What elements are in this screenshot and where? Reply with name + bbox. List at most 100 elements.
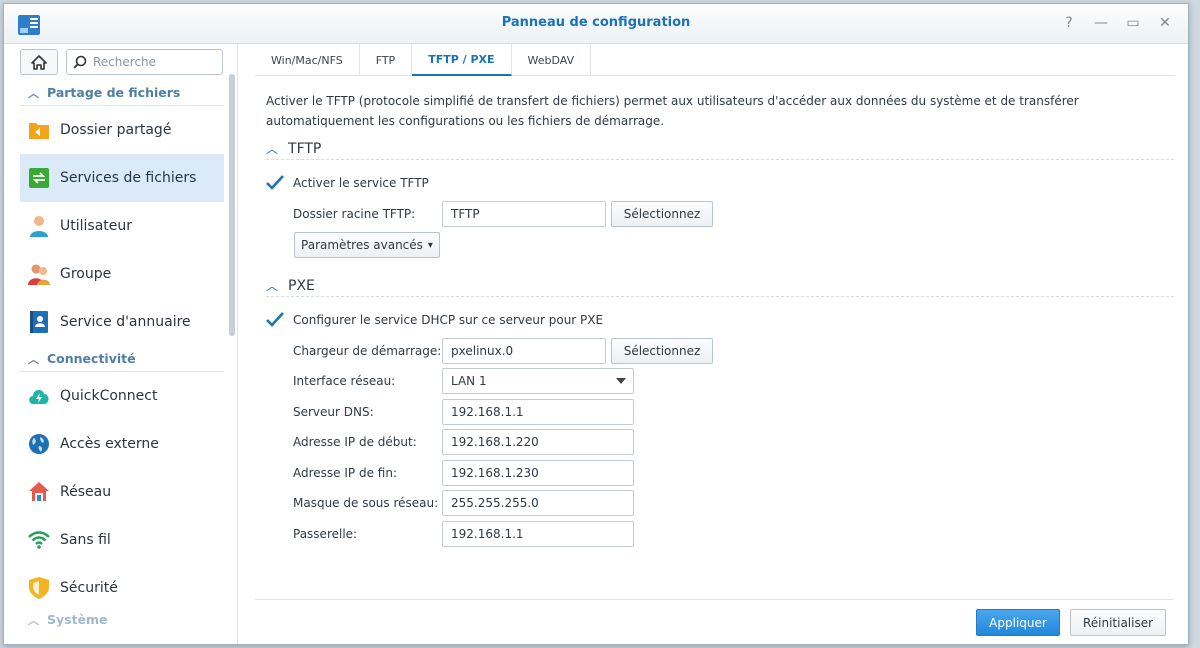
shared-folder-icon (28, 119, 50, 141)
footer-divider (255, 599, 1173, 600)
boot-loader-select-button[interactable]: Sélectionnez (611, 338, 713, 364)
sidebar-item-label: Réseau (60, 484, 112, 500)
sidebar-item-quickconnect[interactable]: QuickConnect (20, 372, 224, 420)
sidebar-item-label: Sécurité (60, 580, 118, 596)
sidebar-item-security[interactable]: Sécurité (20, 564, 224, 612)
chevron-up-icon: ︿ (266, 142, 279, 156)
tab-win-mac-nfs[interactable]: Win/Mac/NFS (255, 44, 360, 76)
tab-webdav[interactable]: WebDAV (512, 44, 592, 76)
start-ip-field[interactable] (442, 429, 634, 455)
wifi-icon (28, 529, 50, 551)
sidebar-section-connectivity[interactable]: ︿ Connectivité (20, 346, 224, 372)
search-icon (73, 55, 87, 69)
network-interface-label: Interface réseau: (293, 374, 396, 388)
main-panel: Win/Mac/NFS FTP TFTP / PXE WebDAV Active… (239, 44, 1188, 644)
shield-icon (28, 577, 50, 599)
pxe-dhcp-label: Configurer le service DHCP sur ce serveu… (293, 313, 604, 327)
close-icon[interactable]: ✕ (1156, 14, 1174, 32)
subnet-mask-field[interactable] (442, 490, 634, 516)
boot-loader-label: Chargeur de démarrage: (293, 344, 442, 358)
sidebar-list: ︿ Partage de fichiers Dossier partagé Se… (20, 80, 224, 628)
tab-ftp[interactable]: FTP (360, 44, 413, 76)
end-ip-label: Adresse IP de fin: (293, 466, 397, 480)
dns-server-field[interactable] (442, 399, 634, 425)
search-box (66, 49, 223, 75)
search-input[interactable] (93, 55, 218, 69)
advanced-settings-label: Paramètres avancés (301, 238, 423, 252)
enable-tftp-row[interactable]: Activer le service TFTP (266, 174, 429, 192)
sidebar-item-user[interactable]: Utilisateur (20, 202, 224, 250)
sidebar-item-wireless[interactable]: Sans fil (20, 516, 224, 564)
network-house-icon (28, 481, 50, 503)
section-label: Connectivité (47, 351, 136, 366)
enable-tftp-label: Activer le service TFTP (293, 176, 429, 190)
network-interface-value: LAN 1 (451, 374, 487, 388)
tab-tftp-pxe[interactable]: TFTP / PXE (412, 44, 512, 76)
maximize-icon[interactable]: ▭ (1124, 14, 1142, 32)
boot-loader-field[interactable] (442, 338, 606, 364)
end-ip-field[interactable] (442, 460, 634, 486)
advanced-settings-button[interactable]: Paramètres avancés ▾ (294, 232, 440, 258)
tftp-description: Activer le TFTP (protocole simplifié de … (266, 94, 1079, 128)
file-services-icon (28, 167, 50, 189)
directory-service-icon (28, 311, 50, 333)
control-panel-window: Panneau de configuration ? — ▭ ✕ Recherc… (3, 3, 1189, 645)
pxe-dhcp-checkbox[interactable] (266, 311, 284, 329)
sidebar-item-label: Utilisateur (60, 218, 133, 234)
dns-server-label: Serveur DNS: (293, 405, 374, 419)
sidebar-item-directory-service[interactable]: Service d'annuaire (20, 298, 224, 346)
sidebar-item-external-access[interactable]: Accès externe (20, 420, 224, 468)
checkmark-icon (266, 175, 284, 190)
sidebar-item-shared-folder[interactable]: Dossier partagé (20, 106, 224, 154)
network-interface-select[interactable]: LAN 1 (442, 368, 634, 394)
tftp-select-button[interactable]: Sélectionnez (611, 201, 713, 227)
reset-button[interactable]: Réinitialiser (1070, 609, 1166, 636)
section-title: PXE (288, 277, 315, 294)
tftp-root-label: Dossier racine TFTP: (293, 207, 416, 221)
sidebar-toolbar (20, 49, 223, 75)
user-icon (28, 215, 50, 237)
apply-button[interactable]: Appliquer (976, 609, 1060, 636)
chevron-up-icon: ︿ (28, 86, 39, 100)
sidebar-section-file-sharing[interactable]: ︿ Partage de fichiers (20, 80, 224, 106)
sidebar-item-label: Accès externe (60, 436, 159, 452)
sidebar-item-label: QuickConnect (60, 388, 158, 404)
quickconnect-icon (28, 385, 50, 407)
section-label: Système (47, 612, 108, 627)
window-controls: ? — ▭ ✕ (1060, 14, 1174, 32)
enable-tftp-checkbox[interactable] (266, 174, 284, 192)
gateway-label: Passerelle: (293, 527, 358, 541)
chevron-down-icon (616, 378, 626, 384)
sidebar: ︿ Partage de fichiers Dossier partagé Se… (4, 44, 238, 644)
sidebar-item-network[interactable]: Réseau (20, 468, 224, 516)
start-ip-label: Adresse IP de début: (293, 435, 417, 449)
dropdown-indicator-icon: ▾ (427, 239, 433, 251)
minimize-icon[interactable]: — (1092, 14, 1110, 32)
group-icon (28, 263, 50, 285)
window-title: Panneau de configuration (501, 15, 691, 30)
sidebar-item-label: Services de fichiers (60, 170, 197, 186)
globe-icon (28, 433, 50, 455)
title-bar: Panneau de configuration ? — ▭ ✕ (4, 4, 1188, 44)
chevron-up-icon: ︿ (28, 614, 39, 627)
gateway-field[interactable] (442, 521, 634, 547)
help-icon[interactable]: ? (1060, 14, 1078, 32)
sidebar-section-system[interactable]: ︿ Système (20, 612, 224, 628)
sidebar-item-label: Groupe (60, 266, 112, 282)
chevron-up-icon: ︿ (28, 352, 39, 366)
chevron-up-icon: ︿ (266, 279, 279, 293)
section-label: Partage de fichiers (47, 85, 181, 100)
sidebar-item-file-services[interactable]: Services de fichiers (20, 154, 224, 202)
section-title: TFTP (288, 140, 322, 157)
pxe-section-header[interactable]: ︿ PXE (266, 275, 1174, 297)
home-icon (31, 54, 47, 70)
pxe-dhcp-row[interactable]: Configurer le service DHCP sur ce serveu… (266, 311, 603, 329)
sidebar-item-group[interactable]: Groupe (20, 250, 224, 298)
sidebar-scrollbar[interactable] (229, 74, 235, 336)
home-button[interactable] (20, 49, 58, 75)
tftp-root-field[interactable] (442, 201, 606, 227)
checkmark-icon (266, 312, 284, 327)
sidebar-item-label: Dossier partagé (60, 122, 172, 138)
tftp-section-header[interactable]: ︿ TFTP (266, 138, 1174, 160)
subnet-mask-label: Masque de sous réseau: (293, 496, 439, 510)
